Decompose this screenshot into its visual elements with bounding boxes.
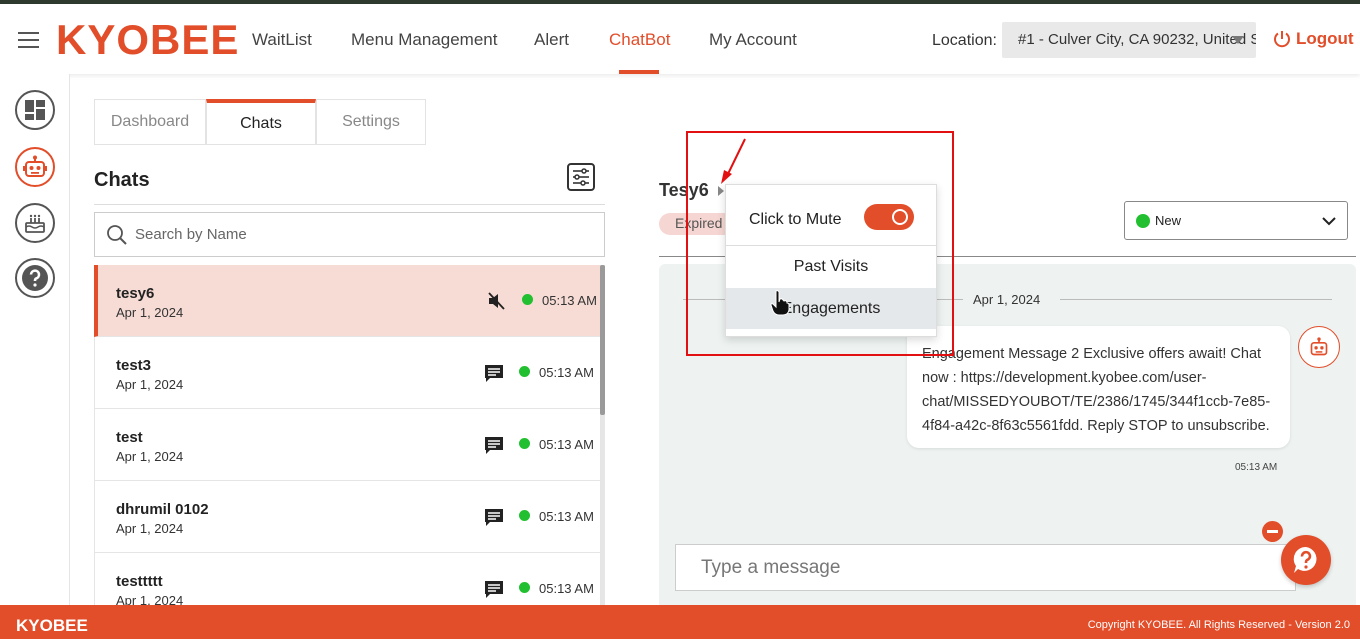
chat-date: Apr 1, 2024 [116,377,184,392]
date-separator: Apr 1, 2024 [973,292,1041,307]
muted-speaker-icon [488,292,505,310]
help-icon [22,265,48,291]
chat-list-item[interactable]: dhrumil 0102 Apr 1, 2024 05:13 AM [94,481,601,553]
chat-name: testtttt [116,573,163,590]
chat-bubble-icon [485,581,503,598]
menu-item-engagements[interactable]: Engagements [726,288,936,329]
menu-item-past-visits[interactable]: Past Visits [726,246,936,287]
chat-name: dhrumil 0102 [116,501,209,518]
active-nav-indicator [619,70,659,74]
left-sidebar [0,74,70,605]
chat-list: tesy6 Apr 1, 2024 05:13 AM test3 Apr 1, … [94,265,605,605]
tab-settings[interactable]: Settings [316,99,426,145]
message-input-box [675,544,1296,591]
search-box [94,212,605,257]
chevron-down-icon [1322,217,1336,226]
power-icon [1274,31,1290,48]
chat-date: Apr 1, 2024 [116,305,184,320]
chat-list-item[interactable]: tesy6 Apr 1, 2024 05:13 AM [94,265,601,337]
question-bubble-icon [1293,546,1317,573]
divider [94,204,605,205]
chat-bubble-icon [485,437,503,454]
location-label: Location: [932,32,997,49]
chat-list-item[interactable]: testtttt Apr 1, 2024 05:13 AM [94,553,601,605]
nav-chatbot[interactable]: ChatBot [609,30,670,50]
chatbot-tabs: Dashboard Chats Settings [94,99,426,145]
date-separator-line [683,299,727,300]
online-status-dot [519,510,530,521]
nav-waitlist[interactable]: WaitList [252,30,312,50]
message-bubble: Engagement Message 2 Exclusive offers aw… [907,326,1290,448]
contact-name[interactable]: Tesy6 [659,180,709,201]
filter-sliders-icon [573,168,589,186]
search-icon [107,225,127,245]
chat-name: tesy6 [116,285,155,302]
chat-list-item[interactable]: test Apr 1, 2024 05:13 AM [94,409,601,481]
message-time: 05:13 AM [1235,462,1278,473]
chat-list-scrollbar[interactable] [600,265,605,415]
bot-avatar [1298,326,1340,368]
chat-list-item[interactable]: test3 Apr 1, 2024 05:13 AM [94,337,601,409]
online-status-dot [519,582,530,593]
help-chat-button[interactable] [1281,535,1331,585]
chat-date: Apr 1, 2024 [116,593,184,605]
chat-time: 05:13 AM [539,581,594,596]
minus-circle-icon[interactable] [1262,521,1283,542]
cake-icon [25,214,45,233]
chat-status-select[interactable]: New [1124,201,1348,240]
chat-time: 05:13 AM [542,293,597,308]
date-separator-line [937,299,963,300]
robot-icon [23,155,47,177]
nav-menu-management[interactable]: Menu Management [351,30,497,50]
dashboard-icon [25,100,45,120]
sidebar-cake-button[interactable] [15,203,55,243]
chat-bubble-icon [485,509,503,526]
chat-date: Apr 1, 2024 [116,449,184,464]
location-select[interactable]: #1 - Culver City, CA 90232, United State… [1002,22,1256,58]
chats-panel-title: Chats [94,169,150,191]
chat-name: test [116,429,143,446]
contact-options-menu: Click to Mute Past Visits Engagements [725,184,937,337]
sidebar-chatbot-button[interactable] [15,147,55,187]
date-separator-line [1060,299,1332,300]
caret-right-icon[interactable] [718,186,724,196]
status-select-value: New [1155,213,1182,228]
chat-name: test3 [116,357,152,374]
message-input[interactable] [701,545,1291,590]
online-status-dot [519,438,530,449]
mute-label: Click to Mute [749,211,842,228]
logout-button[interactable]: Logout [1272,29,1354,49]
hand-cursor-icon [770,290,790,316]
hamburger-menu-icon[interactable] [18,32,39,48]
footer-brand: KYOBEE [16,616,88,635]
sidebar-help-button[interactable] [15,258,55,298]
search-input[interactable] [135,213,595,256]
tab-chats[interactable]: Chats [206,99,316,145]
online-status-dot [519,366,530,377]
caret-down-icon [1232,36,1244,44]
location-value: #1 - Culver City, CA 90232, United State… [1018,31,1256,48]
app-header: KYOBEE WaitList Menu Management Alert Ch… [0,4,1360,74]
mute-row: Click to Mute [726,185,936,246]
mute-toggle[interactable] [864,204,914,230]
footer-copyright: Copyright KYOBEE. All Rights Reserved - … [1087,619,1350,631]
status-dot [1136,214,1150,228]
chat-date: Apr 1, 2024 [116,521,184,536]
online-status-dot [522,294,533,305]
sidebar-dashboard-button[interactable] [15,90,55,130]
chat-time: 05:13 AM [539,509,594,524]
nav-alert[interactable]: Alert [534,30,569,50]
annotation-arrow-icon [721,138,746,184]
filter-button[interactable] [567,163,595,191]
app-footer: KYOBEE Copyright KYOBEE. All Rights Rese… [0,605,1360,639]
kyobee-logo[interactable]: KYOBEE [56,18,239,62]
robot-icon [1310,337,1328,356]
chat-time: 05:13 AM [539,437,594,452]
logout-label: Logout [1296,29,1354,48]
chat-time: 05:13 AM [539,365,594,380]
nav-my-account[interactable]: My Account [709,30,797,50]
chat-bubble-icon [485,365,503,382]
tab-dashboard[interactable]: Dashboard [94,99,206,145]
